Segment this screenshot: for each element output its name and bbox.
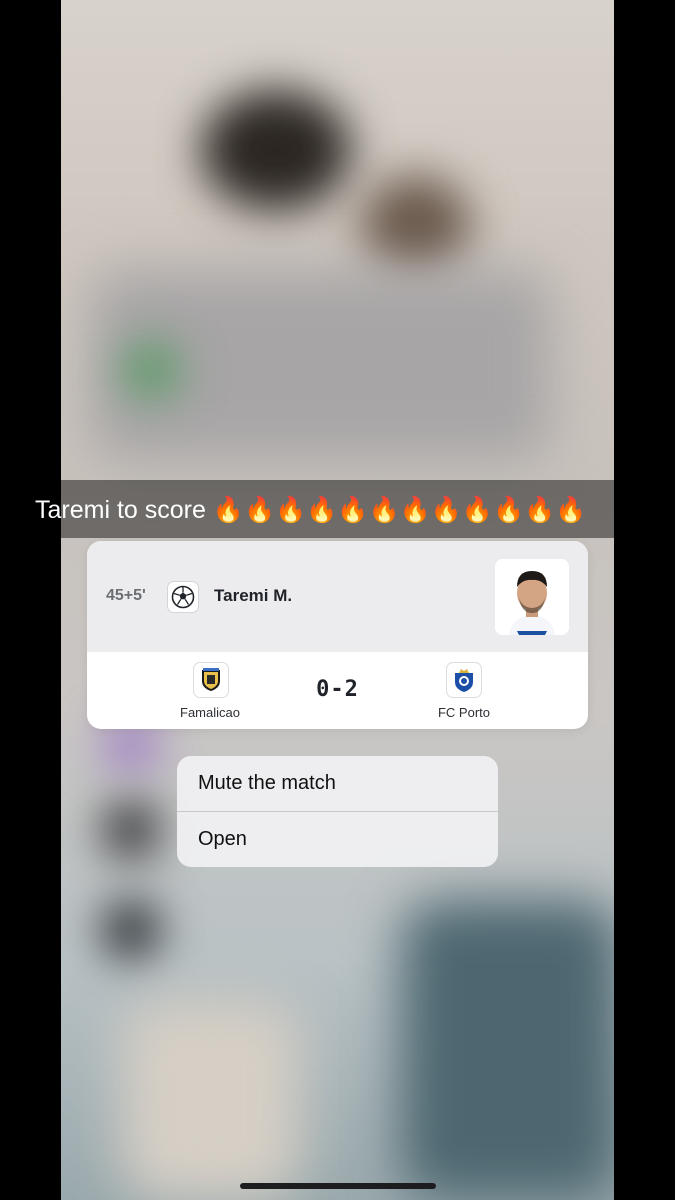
soccer-ball-icon: [167, 581, 199, 613]
famalicao-logo: [193, 662, 229, 698]
home-indicator[interactable]: [240, 1183, 436, 1189]
blurred-avatar-2: [101, 900, 161, 960]
goal-event-header: 45+5' Taremi M.: [87, 541, 588, 652]
notification-context-menu: Mute the match Open: [177, 756, 498, 867]
story-caption: Taremi to score 🔥🔥🔥🔥🔥🔥🔥🔥🔥🔥🔥🔥: [35, 496, 587, 524]
goal-notification-card[interactable]: 45+5' Taremi M. Famalicao 0-2 FC Porto: [87, 541, 588, 729]
player-photo: [495, 559, 569, 635]
fc-porto-logo: [446, 662, 482, 698]
scorer-name: Taremi M.: [214, 586, 293, 605]
blurred-bottom-left: [121, 1000, 301, 1200]
blurred-figure-head-2: [361, 175, 471, 275]
blurred-avatar-1: [101, 800, 161, 860]
match-minute: 45+5': [106, 587, 146, 604]
away-team-name: FC Porto: [437, 705, 490, 720]
match-score: 0-2: [316, 677, 359, 702]
blurred-figure-head: [201, 90, 351, 210]
blurred-bottom-scene: [401, 900, 614, 1200]
mute-match-option[interactable]: Mute the match: [177, 756, 498, 811]
blurred-green-spot: [121, 340, 181, 400]
open-option[interactable]: Open: [177, 812, 498, 867]
home-team-name: Famalicao: [180, 705, 240, 720]
